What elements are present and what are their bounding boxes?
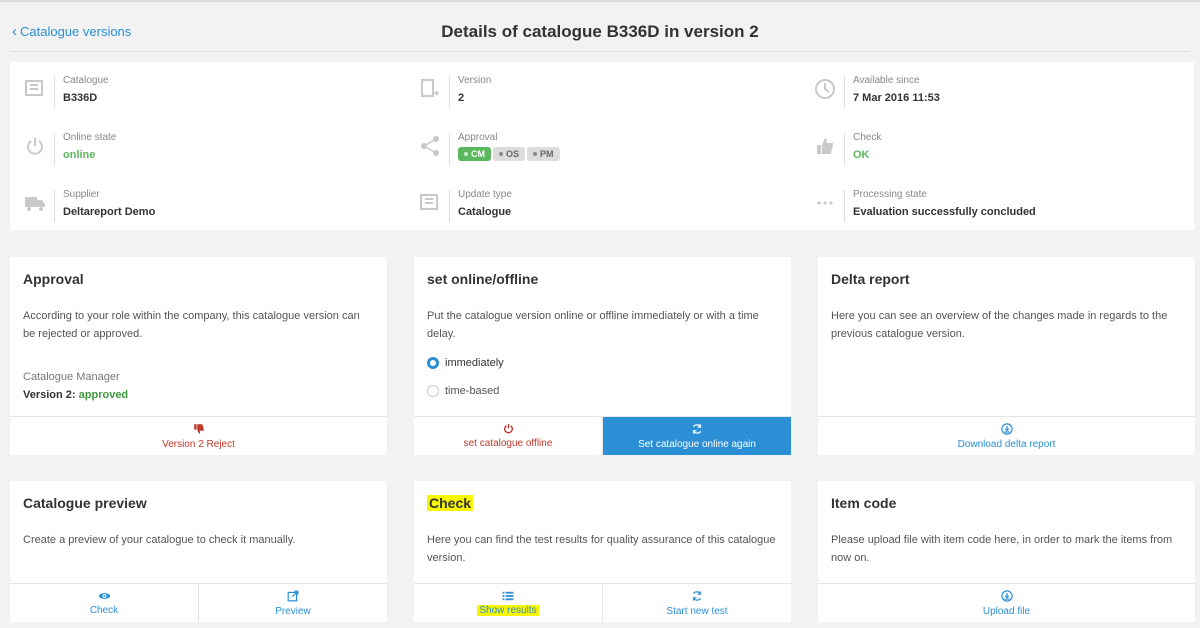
approval-pill-os: OS <box>493 147 526 161</box>
online-state-value: online <box>63 149 96 161</box>
download-delta-button[interactable]: Download delta report <box>818 417 1195 455</box>
card-description: Create a preview of your catalogue to ch… <box>23 534 296 546</box>
detail-value: 2 <box>458 92 465 104</box>
approval-pills: CM OS PM <box>458 147 560 161</box>
radio-empty-icon <box>427 385 439 397</box>
truck-icon <box>20 188 50 218</box>
detail-label: Approval <box>458 132 498 143</box>
card-description: Put the catalogue version online or offl… <box>427 310 759 340</box>
approval-card: Approval According to your role within t… <box>10 257 387 455</box>
divider <box>10 51 1190 52</box>
detail-check: Check OK <box>810 131 881 165</box>
detail-value: Deltareport Demo <box>63 206 156 218</box>
card-title: Delta report <box>831 271 910 287</box>
detail-label: Version <box>458 75 492 86</box>
detail-label: Online state <box>63 132 117 143</box>
start-new-test-button[interactable]: Start new test <box>602 584 791 622</box>
detail-label: Catalogue <box>63 75 109 86</box>
check-value: OK <box>853 149 870 161</box>
thumbs-down-icon <box>193 423 205 437</box>
item-code-card: Item code Please upload file with item c… <box>818 481 1195 622</box>
power-icon <box>20 131 50 161</box>
set-offline-button[interactable]: set catalogue offline <box>414 417 602 455</box>
detail-processing-state: Processing state Evaluation successfully… <box>810 188 1036 222</box>
detail-value: B336D <box>63 92 98 104</box>
preview-button[interactable]: Preview <box>198 584 387 622</box>
approval-pill-pm: PM <box>527 147 560 161</box>
catalogue-icon <box>20 74 50 104</box>
catalogue-icon <box>415 188 445 218</box>
detail-update-type: Update type Catalogue <box>415 188 512 222</box>
online-offline-card: set online/offline Put the catalogue ver… <box>414 257 791 455</box>
external-link-icon <box>287 590 299 604</box>
list-icon <box>502 591 514 603</box>
ellipsis-icon <box>810 188 840 218</box>
detail-label: Available since <box>853 75 920 86</box>
detail-value: Catalogue <box>458 206 512 218</box>
show-results-button[interactable]: Show results <box>414 584 602 622</box>
document-arrow-icon <box>415 74 445 104</box>
detail-supplier: Supplier Deltareport Demo <box>20 188 155 222</box>
eye-icon <box>98 591 111 603</box>
catalogue-details-panel: Catalogue B336D Version 2 Available sinc… <box>10 62 1194 230</box>
detail-online-state: Online state online <box>20 131 116 165</box>
clock-icon <box>810 74 840 104</box>
share-icon <box>415 131 445 161</box>
role-label: Catalogue Manager <box>23 371 120 383</box>
detail-label: Check <box>853 132 882 143</box>
detail-label: Supplier <box>63 189 100 200</box>
detail-approval: Approval CM OS PM <box>415 131 560 165</box>
radio-immediately[interactable]: immediately <box>427 357 504 369</box>
card-title: Check <box>427 495 474 511</box>
check-card: Check Here you can find the test results… <box>414 481 791 622</box>
set-online-button[interactable]: Set catalogue online again <box>602 417 791 455</box>
refresh-icon <box>691 590 703 604</box>
version-status: Version 2: approved <box>23 389 129 401</box>
download-icon <box>1000 589 1013 604</box>
card-description: Here you can see an overview of the chan… <box>831 310 1168 340</box>
power-icon <box>503 423 514 436</box>
detail-label: Update type <box>458 189 512 200</box>
download-icon <box>1000 422 1013 437</box>
card-title: Approval <box>23 271 84 287</box>
card-title: set online/offline <box>427 271 539 287</box>
radio-selected-icon <box>427 357 439 369</box>
card-description: According to your role within the compan… <box>23 310 360 340</box>
detail-version: Version 2 <box>415 74 491 108</box>
radio-time-based[interactable]: time-based <box>427 385 499 397</box>
reject-button[interactable]: Version 2 Reject <box>10 417 387 455</box>
top-bar: ‹ Catalogue versions Details of catalogu… <box>0 0 1200 52</box>
approval-pill-cm: CM <box>458 147 491 161</box>
refresh-icon <box>691 423 703 437</box>
catalogue-preview-card: Catalogue preview Create a preview of yo… <box>10 481 387 622</box>
card-title: Item code <box>831 495 897 511</box>
detail-value: Evaluation successfully concluded <box>853 206 1036 218</box>
detail-value: 7 Mar 2016 11:53 <box>853 92 940 104</box>
page-title: Details of catalogue B336D in version 2 <box>441 22 759 41</box>
detail-catalogue: Catalogue B336D <box>20 74 109 108</box>
thumbs-up-icon <box>810 131 840 161</box>
card-title: Catalogue preview <box>23 495 147 511</box>
card-description: Please upload file with item code here, … <box>831 534 1173 564</box>
check-preview-button[interactable]: Check <box>10 584 198 622</box>
detail-label: Processing state <box>853 189 927 200</box>
upload-file-button[interactable]: Upload file <box>818 584 1195 622</box>
delta-report-card: Delta report Here you can see an overvie… <box>818 257 1195 455</box>
detail-available-since: Available since 7 Mar 2016 11:53 <box>810 74 940 108</box>
card-description: Here you can find the test results for q… <box>427 534 776 564</box>
